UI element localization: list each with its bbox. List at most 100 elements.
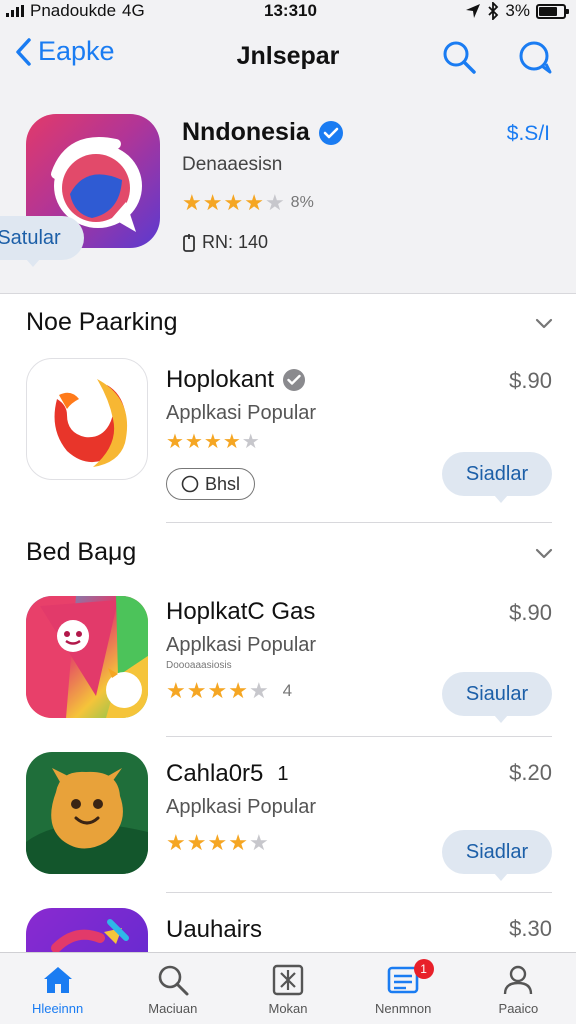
- app-name-row: Cahla0r5 1: [166, 760, 289, 788]
- network-label: 4G: [122, 1, 145, 20]
- tab-label: Nenmnon: [375, 1001, 432, 1016]
- section-title: Noe Paarking: [26, 308, 178, 336]
- get-button[interactable]: Siaular: [442, 672, 552, 723]
- app-price: $.90: [509, 368, 552, 393]
- get-button[interactable]: Siadlar: [442, 830, 552, 881]
- featured-rating-count: 8%: [290, 194, 314, 211]
- app-name: Uauhairs: [166, 916, 263, 943]
- app-name-row: Hoplokant: [166, 366, 306, 394]
- status-time: 13:310: [264, 1, 317, 20]
- app-icon: [26, 358, 148, 480]
- app-rating: ★ ★ ★ ★ ★ 4: [166, 680, 292, 702]
- app-category: Applkasi Popular: [166, 796, 317, 818]
- bluetooth-icon: [488, 2, 499, 20]
- apps-icon: [272, 964, 304, 996]
- app-name-row: HoplkatC Gas: [166, 598, 315, 626]
- tab-search[interactable]: Maciuan: [115, 953, 230, 1024]
- status-bar: Pnadoukde 4G 13:310 3%: [0, 0, 576, 22]
- verified-icon: [318, 120, 343, 145]
- get-button[interactable]: Siadlar: [442, 452, 552, 503]
- app-list-item[interactable]: Cahla0r5 1 Applkasi Popular ★ ★ ★ ★ ★ $.…: [0, 752, 576, 902]
- carrier-label: Pnadoukde: [30, 1, 117, 20]
- featured-meta-text: RN: 140: [202, 232, 269, 252]
- app-list-item[interactable]: Hoplokant Applkasi Popular ★ ★ ★ ★ ★ Bhs…: [0, 356, 576, 506]
- divider: [166, 522, 552, 523]
- notification-badge: 1: [413, 959, 434, 979]
- clock-icon: [181, 475, 199, 493]
- app-rating: ★ ★ ★ ★ ★: [166, 832, 269, 854]
- app-icon: [26, 752, 148, 874]
- info-badge[interactable]: Bhsl: [166, 468, 256, 500]
- battery-percent: 3%: [505, 1, 530, 20]
- tab-updates[interactable]: Nenmnon 1: [346, 953, 461, 1024]
- app-name-row: Uauhairs: [166, 916, 262, 944]
- tab-label: Maciuan: [148, 1001, 198, 1016]
- star-icon: ★: [248, 830, 269, 855]
- star-icon: ★: [244, 190, 264, 215]
- app-name: Cahla0r5: [166, 760, 264, 787]
- signal-icon: [6, 5, 24, 17]
- download-size-icon: [183, 233, 195, 252]
- featured-app-name: Nndonesia: [182, 118, 310, 146]
- tab-bar: Hleeinnn Maciuan Mokan Nenmnon 1 Paaico: [0, 952, 576, 1024]
- star-rating: ★ ★ ★ ★ ★: [166, 832, 269, 854]
- star-rating: ★ ★ ★ ★ ★: [182, 192, 285, 214]
- featured-meta: RN: 140: [182, 232, 268, 253]
- star-icon: ★: [186, 678, 207, 703]
- tab-profile[interactable]: Paaico: [461, 953, 576, 1024]
- tab-home[interactable]: Hleeinnn: [0, 953, 115, 1024]
- star-rating: ★ ★ ★ ★ ★: [166, 432, 260, 452]
- app-name: HoplkatC Gas: [166, 598, 316, 625]
- star-icon: ★: [184, 431, 203, 453]
- featured-get-button[interactable]: Satular: [0, 216, 84, 267]
- star-icon: ★: [223, 190, 244, 215]
- app-rating: ★ ★ ★ ★ ★: [166, 432, 260, 452]
- star-icon: ★: [186, 830, 207, 855]
- nav-bar: Eapke Jnlsepar: [0, 22, 576, 94]
- divider: [166, 736, 552, 737]
- app-icon: [26, 596, 148, 718]
- app-icon: [26, 908, 148, 952]
- status-left: Pnadoukde 4G: [6, 1, 145, 21]
- star-icon: ★: [207, 678, 228, 703]
- profile-icon: [504, 965, 533, 995]
- tab-label: Mokan: [268, 1001, 308, 1016]
- star-icon: ★: [202, 190, 223, 215]
- app-price: $.30: [509, 916, 552, 941]
- star-icon: ★: [228, 830, 248, 855]
- section-header: Bed Baμg: [26, 538, 554, 567]
- home-icon: [43, 967, 72, 993]
- star-icon: ★: [248, 678, 269, 703]
- featured-title-row: Nndonesia: [182, 118, 344, 147]
- app-category: Applkasi Popular: [166, 402, 317, 424]
- star-icon: ★: [203, 431, 222, 453]
- star-icon: ★: [166, 678, 186, 703]
- app-list-item[interactable]: Uauhairs $.30: [0, 908, 576, 952]
- verified-icon: [283, 369, 306, 391]
- star-icon: ★: [182, 190, 202, 215]
- tab-label: Hleeinnn: [31, 1001, 84, 1016]
- search-icon[interactable]: [440, 38, 478, 76]
- star-icon: ★: [207, 830, 228, 855]
- status-right: 3%: [465, 1, 569, 21]
- star-icon: ★: [166, 431, 184, 453]
- star-icon: ★: [264, 190, 285, 215]
- chevron-down-icon[interactable]: [534, 543, 554, 563]
- featured-app-subtitle: Denaaesisn: [182, 154, 283, 175]
- app-name-suffix: 1: [277, 762, 289, 785]
- chat-icon[interactable]: [516, 38, 554, 76]
- tab-apps[interactable]: Mokan: [230, 953, 345, 1024]
- app-list-item[interactable]: HoplkatC Gas Applkasi Popular Doooaaasio…: [0, 594, 576, 744]
- tab-label: Paaico: [498, 1001, 539, 1016]
- page-title: Jnlsepar: [236, 42, 340, 70]
- app-price: $.20: [509, 760, 552, 785]
- divider: [166, 892, 552, 893]
- app-price: $.90: [509, 600, 552, 625]
- chevron-down-icon[interactable]: [534, 313, 554, 333]
- featured-app-card[interactable]: Nndonesia Denaaesisn ★ ★ ★ ★ ★ 8% RN: 14…: [0, 94, 576, 294]
- featured-price: $.S/I: [506, 122, 550, 145]
- app-category: Applkasi Popular: [166, 634, 317, 656]
- featured-rating: ★ ★ ★ ★ ★ 8%: [182, 192, 314, 214]
- info-badge-label: Bhsl: [205, 473, 241, 494]
- section-header: Noe Paarking: [26, 308, 554, 337]
